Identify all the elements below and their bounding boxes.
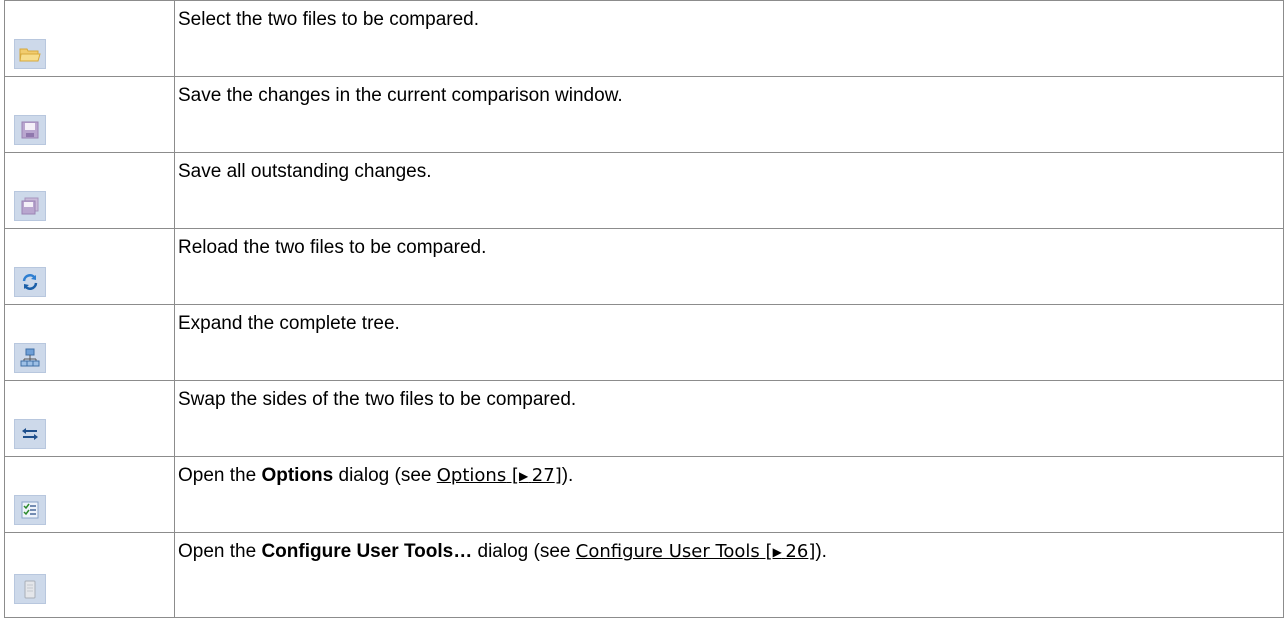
- toolbar-commands-table: Select the two files to be compared. Sav…: [4, 0, 1284, 618]
- configure-user-tools-link[interactable]: Configure User Tools [▶ 26]: [576, 541, 816, 562]
- dialog-name: Configure User Tools…: [261, 541, 473, 562]
- icon-cell: [4, 0, 175, 77]
- description: Save all outstanding changes.: [174, 152, 1284, 229]
- page-number: 27: [531, 465, 555, 486]
- text-middle: dialog (see: [472, 541, 576, 562]
- link-label: Configure User Tools: [575, 541, 760, 562]
- reload-icon: [14, 267, 46, 297]
- description: Open the Options dialog (see Options [▶ …: [174, 456, 1284, 533]
- save-icon: [14, 115, 46, 145]
- icon-cell: [4, 152, 175, 229]
- text-prefix: Open the: [178, 465, 262, 486]
- table-row: Reload the two files to be compared.: [4, 228, 1284, 305]
- triangle-right-icon: ▶: [518, 469, 529, 483]
- dialog-name: Options: [261, 465, 334, 486]
- text-suffix: ).: [561, 465, 574, 486]
- icon-cell: [4, 380, 175, 457]
- swap-sides-icon: [14, 419, 46, 449]
- table-row: Open the Configure User Tools… dialog (s…: [4, 532, 1284, 618]
- options-link[interactable]: Options [▶ 27]: [437, 465, 562, 486]
- text-prefix: Open the: [178, 541, 262, 562]
- save-all-icon: [14, 191, 46, 221]
- user-tools-icon: [14, 574, 46, 604]
- icon-cell: [4, 304, 175, 381]
- triangle-right-icon: ▶: [772, 545, 782, 559]
- table-row: Expand the complete tree.: [4, 304, 1284, 381]
- description: Expand the complete tree.: [174, 304, 1284, 381]
- open-folder-icon: [14, 39, 46, 69]
- description: Swap the sides of the two files to be co…: [174, 380, 1284, 457]
- icon-cell: [4, 532, 175, 618]
- table-row: Save the changes in the current comparis…: [4, 76, 1284, 153]
- table-row: Save all outstanding changes.: [4, 152, 1284, 229]
- description: Save the changes in the current comparis…: [174, 76, 1284, 153]
- link-label: Options: [436, 465, 507, 486]
- text-suffix: ).: [815, 541, 827, 562]
- description: Reload the two files to be compared.: [174, 228, 1284, 305]
- icon-cell: [4, 456, 175, 533]
- description: Open the Configure User Tools… dialog (s…: [174, 532, 1284, 618]
- options-icon: [14, 495, 46, 525]
- icon-cell: [4, 228, 175, 305]
- text-middle: dialog (see: [333, 465, 437, 486]
- table-row: Select the two files to be compared.: [4, 0, 1284, 77]
- page-number: 26: [785, 541, 809, 562]
- description: Select the two files to be compared.: [174, 0, 1284, 77]
- icon-cell: [4, 76, 175, 153]
- table-row: Swap the sides of the two files to be co…: [4, 380, 1284, 457]
- table-row: Open the Options dialog (see Options [▶ …: [4, 456, 1284, 533]
- expand-tree-icon: [14, 343, 46, 373]
